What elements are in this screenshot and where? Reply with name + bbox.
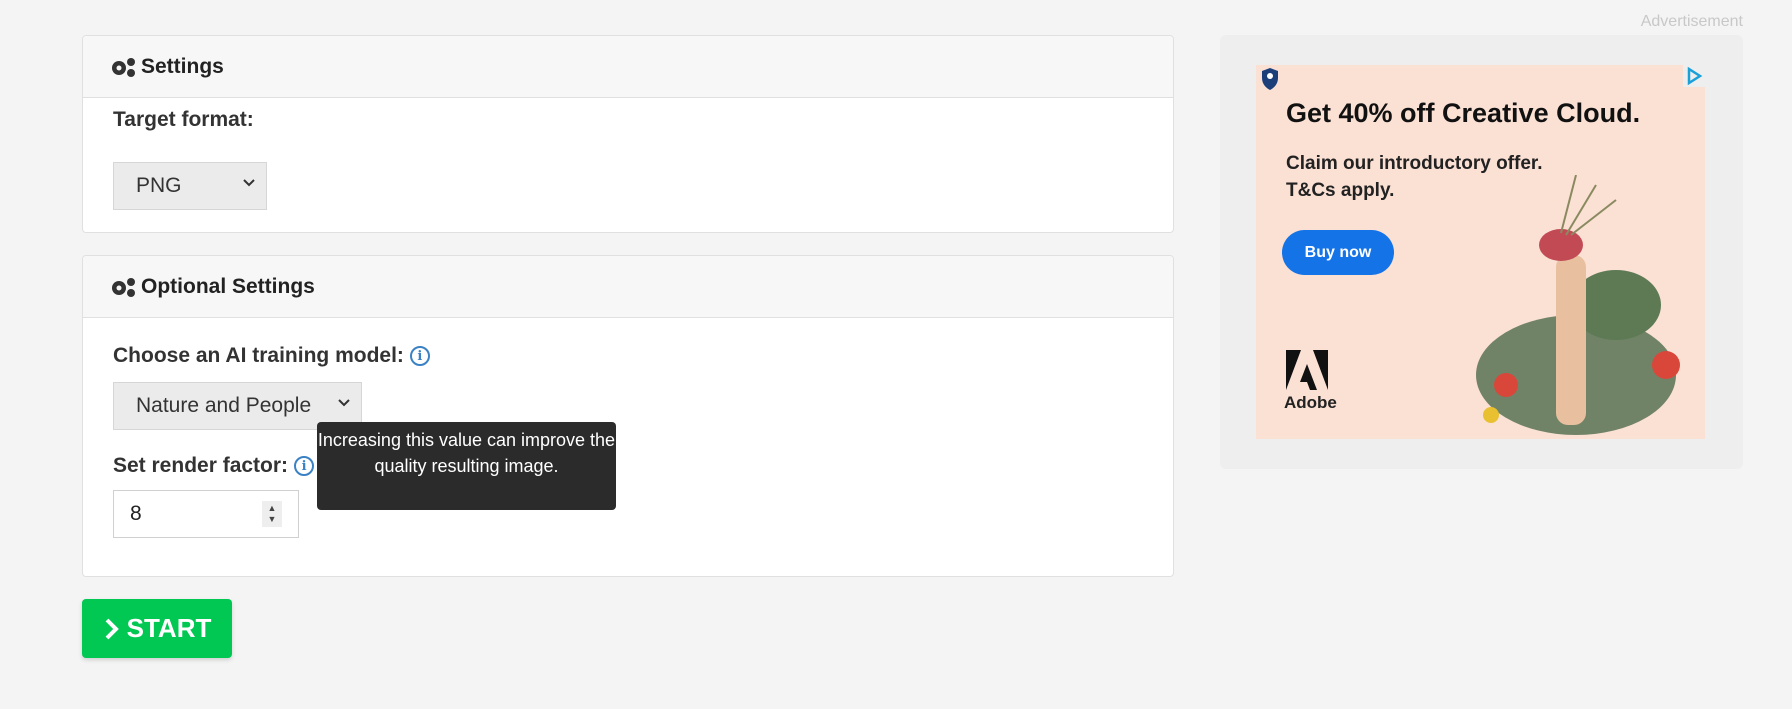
- start-button[interactable]: START: [82, 599, 232, 658]
- render-factor-input[interactable]: 8 ▲ ▼: [113, 490, 299, 538]
- adobe-brand: Adobe: [1284, 393, 1337, 412]
- number-spinner[interactable]: ▲ ▼: [262, 501, 282, 527]
- illustration-image: [1476, 175, 1680, 435]
- spin-down-icon[interactable]: ▼: [268, 514, 277, 525]
- tooltip: Increasing this value can improve the qu…: [317, 422, 616, 510]
- target-format-label: Target format:: [113, 108, 254, 131]
- chevron-down-icon: [243, 179, 255, 187]
- advertisement-label: Advertisement: [1640, 13, 1743, 30]
- render-label-text: Set render factor:: [113, 454, 289, 477]
- target-format-value: PNG: [136, 174, 182, 197]
- render-factor-value: 8: [130, 502, 142, 525]
- optional-settings-header: Optional Settings: [83, 256, 1173, 318]
- optional-settings-card: Optional Settings Choose an AI training …: [82, 255, 1174, 577]
- chevron-down-icon: [338, 399, 350, 407]
- settings-header: Settings: [83, 36, 1173, 98]
- settings-card: Settings Target format: PNG: [82, 35, 1174, 233]
- buy-now-button[interactable]: Buy now: [1282, 230, 1394, 275]
- gears-icon: [112, 57, 135, 77]
- ad-line-2: T&Cs apply.: [1286, 180, 1395, 201]
- ad-banner[interactable]: Get 40% off Creative Cloud. Claim our in…: [1256, 65, 1705, 439]
- info-icon[interactable]: i: [294, 456, 315, 476]
- adobe-logo: [1286, 350, 1328, 390]
- ad-container: Get 40% off Creative Cloud. Claim our in…: [1220, 35, 1743, 469]
- info-icon[interactable]: i: [409, 346, 430, 366]
- spin-up-icon[interactable]: ▲: [268, 503, 277, 514]
- ad-line-1: Claim our introductory offer.: [1286, 153, 1543, 174]
- model-label: Choose an AI training model: i: [113, 344, 430, 368]
- gears-icon: [112, 277, 135, 297]
- settings-title: Settings: [141, 54, 224, 78]
- adchoices-icon[interactable]: [1683, 65, 1705, 87]
- target-format-select[interactable]: PNG: [113, 162, 267, 210]
- shield-icon: [1262, 68, 1278, 90]
- chevron-right-icon: [105, 618, 119, 639]
- render-factor-label: Set render factor: i: [113, 454, 315, 478]
- model-label-text: Choose an AI training model:: [113, 344, 404, 367]
- start-label: START: [126, 613, 212, 643]
- ad-headline: Get 40% off Creative Cloud.: [1286, 98, 1641, 128]
- optional-settings-title: Optional Settings: [141, 274, 315, 298]
- model-value: Nature and People: [136, 394, 312, 417]
